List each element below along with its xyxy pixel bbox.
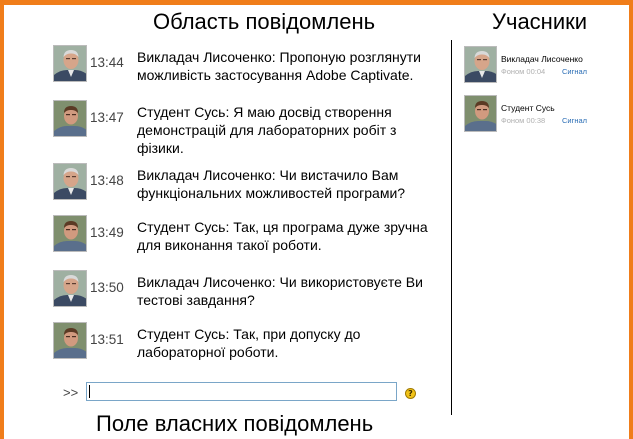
message-text: Викладач Лисоченко: Чи використовуєте Ви… <box>137 274 423 308</box>
lecturer-avatar <box>53 163 87 200</box>
message-time: 13:47 <box>90 110 124 125</box>
message-time: 13:48 <box>90 173 124 188</box>
participant-name: Студент Сусь <box>501 103 555 113</box>
message-time: 13:49 <box>90 225 124 240</box>
message-item: 13:49 Студент Сусь: Так, ця програма дуж… <box>53 215 448 275</box>
message-item: 13:47 Студент Сусь: Я маю досвід створен… <box>53 100 448 160</box>
question-icon[interactable]: ? <box>405 388 416 399</box>
message-item: 13:50 Викладач Лисоченко: Чи використову… <box>53 270 448 330</box>
lecturer-avatar <box>53 45 87 82</box>
message-text: Викладач Лисоченко: Пропоную розглянути … <box>137 49 421 83</box>
participant-name: Викладач Лисоченко <box>501 54 583 64</box>
message-time: 13:44 <box>90 55 124 70</box>
student-avatar <box>464 95 497 132</box>
message-input[interactable] <box>86 382 397 401</box>
own-message-field-caption: Поле власних повідомлень <box>96 411 374 436</box>
participant-status: Фоном 00:04 <box>501 67 546 76</box>
message-item: 13:51 Студент Сусь: Так, при допуску до … <box>53 322 448 367</box>
participant-status: Фоном 00:38 <box>501 116 546 125</box>
signal-link[interactable]: Сигнал <box>562 67 587 76</box>
student-avatar <box>53 215 87 252</box>
message-text: Студент Сусь: Я маю досвід створення дем… <box>137 104 397 156</box>
message-item: 13:44 Викладач Лисоченко: Пропоную розгл… <box>53 45 448 105</box>
message-item: 13:48 Викладач Лисоченко: Чи вистачило В… <box>53 163 448 223</box>
message-text: Студент Сусь: Так, ця програма дуже зруч… <box>137 219 428 253</box>
message-time: 13:50 <box>90 280 124 295</box>
message-text: Студент Сусь: Так, при допуску до лабора… <box>137 326 361 360</box>
message-text: Викладач Лисоченко: Чи вистачило Вам фун… <box>137 167 406 201</box>
student-avatar <box>53 322 87 359</box>
lecturer-avatar <box>464 46 497 83</box>
message-time: 13:51 <box>90 332 124 347</box>
panel-divider <box>451 40 452 415</box>
text-caret <box>89 385 90 398</box>
input-prompt: >> <box>63 385 79 400</box>
participant-item[interactable]: Викладач Лисоченко Фоном 00:04 Сигнал <box>464 46 614 86</box>
participants-caption: Учасники <box>492 9 588 34</box>
messages-area-caption: Область повідомлень <box>153 9 376 34</box>
participant-item[interactable]: Студент Сусь Фоном 00:38 Сигнал <box>464 95 614 135</box>
signal-link[interactable]: Сигнал <box>562 116 587 125</box>
lecturer-avatar <box>53 270 87 307</box>
student-avatar <box>53 100 87 137</box>
